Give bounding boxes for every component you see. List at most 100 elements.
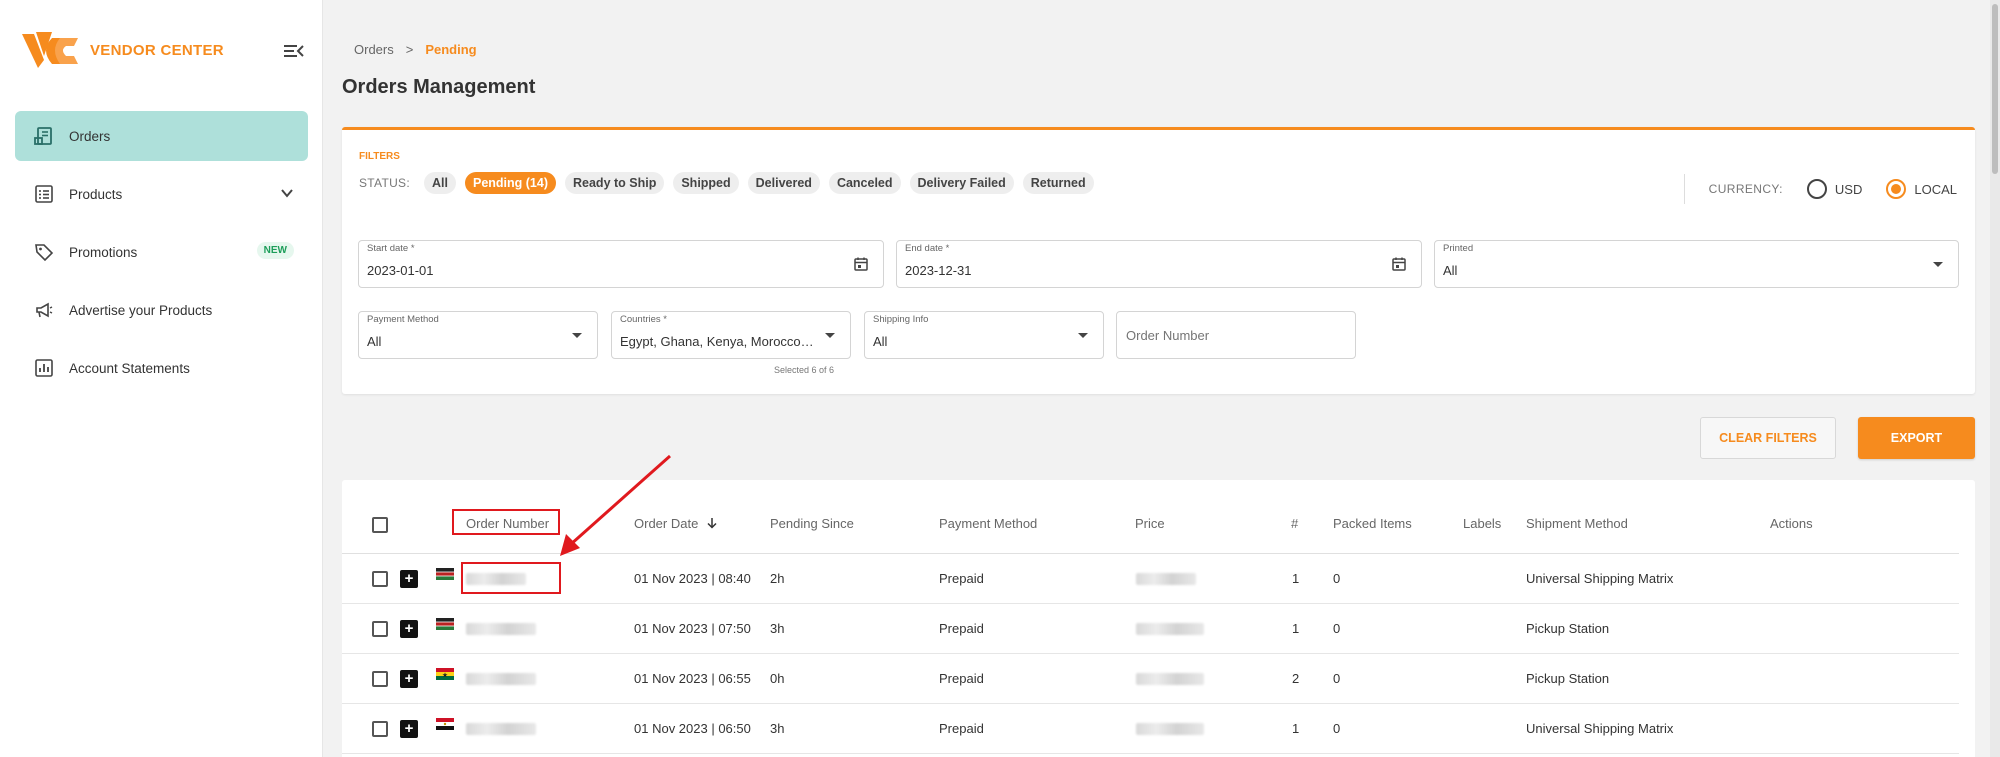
- currency-label: CURRENCY:: [1708, 182, 1783, 196]
- status-chip-returned[interactable]: Returned: [1022, 172, 1094, 194]
- pending-since: 0h: [770, 671, 785, 686]
- currency-selector: CURRENCY: USD LOCAL: [1683, 174, 1957, 204]
- brand-name: VENDOR CENTER: [90, 41, 224, 59]
- header-pending-since[interactable]: Pending Since: [770, 516, 854, 531]
- expand-row-button[interactable]: +: [400, 620, 418, 638]
- expand-row-button[interactable]: +: [400, 570, 418, 588]
- end-date-field[interactable]: End date * 2023-12-31: [896, 240, 1422, 288]
- ghana-flag-icon: [436, 668, 454, 680]
- status-chip-canceled[interactable]: Canceled: [828, 172, 901, 194]
- header-labels[interactable]: Labels: [1463, 516, 1501, 531]
- row-checkbox[interactable]: [372, 721, 388, 737]
- sidebar-item-promotions[interactable]: Promotions NEW: [15, 227, 308, 277]
- countries-value: Egypt, Ghana, Kenya, Morocco, ...: [620, 334, 816, 349]
- header-shipment-method[interactable]: Shipment Method: [1526, 516, 1628, 531]
- start-date-value: 2023-01-01: [367, 263, 434, 278]
- sidebar-item-label: Advertise your Products: [69, 302, 213, 318]
- order-date: 01 Nov 2023 | 06:55: [634, 671, 751, 686]
- expand-row-button[interactable]: +: [400, 670, 418, 688]
- countries-select[interactable]: Countries * Egypt, Ghana, Kenya, Morocco…: [611, 311, 851, 359]
- status-chip-ready-to-ship[interactable]: Ready to Ship: [565, 172, 665, 194]
- sidebar-item-advertise[interactable]: Advertise your Products: [15, 285, 308, 335]
- status-chip-pending[interactable]: Pending (14): [464, 172, 556, 194]
- row-checkbox[interactable]: [372, 571, 388, 587]
- calendar-icon[interactable]: [853, 256, 869, 272]
- list-icon: [33, 183, 55, 205]
- order-number-input[interactable]: [1126, 328, 1356, 343]
- order-number-redacted[interactable]: [466, 623, 536, 635]
- countries-label: Countries *: [620, 314, 667, 325]
- start-date-field[interactable]: Start date * 2023-01-01: [358, 240, 884, 288]
- filters-panel: FILTERS STATUS: All Pending (14) Ready t…: [342, 127, 1975, 394]
- quantity: 2: [1292, 671, 1300, 686]
- payment-method: Prepaid: [939, 671, 984, 686]
- currency-local-radio[interactable]: [1886, 179, 1907, 199]
- sidebar-item-label: Account Statements: [69, 360, 190, 376]
- header-price[interactable]: Price: [1135, 516, 1165, 531]
- table-row[interactable]: + 01 Nov 2023 | 08:40 2h Prepaid 1 0 Uni…: [342, 554, 1959, 604]
- breadcrumb-current: Pending: [425, 42, 477, 57]
- payment-method-label: Payment Method: [367, 314, 439, 325]
- clear-filters-button[interactable]: CLEAR FILTERS: [1700, 417, 1836, 459]
- vc-logo-icon: [22, 32, 78, 68]
- scrollbar-thumb[interactable]: [1992, 4, 1998, 174]
- expand-row-button[interactable]: +: [400, 720, 418, 738]
- order-number-redacted[interactable]: [466, 723, 536, 735]
- status-chip-shipped[interactable]: Shipped: [673, 172, 739, 194]
- packed-items: 0: [1333, 721, 1341, 736]
- menu-collapse-icon[interactable]: [283, 40, 305, 62]
- payment-method: Prepaid: [939, 621, 984, 636]
- table-row[interactable]: + 01 Nov 2023 | 06:55 0h Prepaid 2 0 Pic…: [342, 654, 1959, 704]
- chevron-down-icon[interactable]: [280, 186, 294, 200]
- currency-usd-radio[interactable]: [1806, 179, 1827, 199]
- order-number-redacted[interactable]: [466, 673, 536, 685]
- currency-usd-label[interactable]: USD: [1835, 182, 1862, 197]
- shipping-info-label: Shipping Info: [873, 314, 929, 325]
- caret-down-icon: [572, 333, 582, 338]
- packed-items: 0: [1333, 671, 1341, 686]
- new-badge: NEW: [256, 242, 294, 259]
- select-all-checkbox[interactable]: [372, 517, 388, 533]
- breadcrumb-separator: >: [405, 42, 414, 57]
- status-label: STATUS:: [359, 176, 410, 190]
- sidebar-nav: Orders Products Promotions NEW Advertise…: [15, 111, 308, 401]
- header-quantity[interactable]: #: [1291, 516, 1298, 531]
- shipping-info-select[interactable]: Shipping Info All: [864, 311, 1104, 359]
- header-order-date[interactable]: Order Date: [634, 516, 718, 531]
- sidebar-item-account-statements[interactable]: Account Statements: [15, 343, 308, 393]
- breadcrumb-parent[interactable]: Orders: [354, 42, 394, 57]
- sidebar: VENDOR CENTER Orders Products Promotions…: [0, 0, 323, 757]
- sidebar-item-products[interactable]: Products: [15, 169, 308, 219]
- table-row[interactable]: + 01 Nov 2023 | 06:50 3h Prepaid 1 0 Uni…: [342, 704, 1959, 754]
- status-chip-all[interactable]: All: [424, 172, 456, 194]
- page-scrollbar[interactable]: [1990, 0, 2000, 757]
- table-row[interactable]: + 01 Nov 2023 | 07:50 3h Prepaid 1 0 Pic…: [342, 604, 1959, 654]
- pending-since: 3h: [770, 721, 785, 736]
- page-title: Orders Management: [342, 76, 536, 98]
- header-payment-method[interactable]: Payment Method: [939, 516, 1037, 531]
- status-chip-delivered[interactable]: Delivered: [747, 172, 820, 194]
- quantity: 1: [1292, 571, 1300, 586]
- payment-method-select[interactable]: Payment Method All: [358, 311, 598, 359]
- countries-helper-text: Selected 6 of 6: [774, 365, 835, 375]
- currency-local-label[interactable]: LOCAL: [1914, 182, 1957, 197]
- shipping-info-value: All: [873, 334, 888, 349]
- header-highlight-box: [452, 509, 560, 535]
- table-header: Order Number Order Date Pending Since Pa…: [342, 480, 1959, 554]
- end-date-label: End date *: [905, 243, 950, 254]
- caret-down-icon: [1933, 262, 1943, 267]
- packed-items: 0: [1333, 571, 1341, 586]
- export-button[interactable]: EXPORT: [1858, 417, 1975, 459]
- header-packed-items[interactable]: Packed Items: [1333, 516, 1412, 531]
- sidebar-item-orders[interactable]: Orders: [15, 111, 308, 161]
- calendar-icon[interactable]: [1391, 256, 1407, 272]
- row-checkbox[interactable]: [372, 621, 388, 637]
- payment-method: Prepaid: [939, 721, 984, 736]
- status-chip-delivery-failed[interactable]: Delivery Failed: [909, 172, 1014, 194]
- printed-select[interactable]: Printed All: [1434, 240, 1959, 288]
- breadcrumb: Orders > Pending: [354, 42, 477, 57]
- chart-icon: [33, 357, 55, 379]
- vendor-center-logo[interactable]: VENDOR CENTER: [22, 30, 224, 70]
- order-number-field[interactable]: [1116, 311, 1356, 359]
- row-checkbox[interactable]: [372, 671, 388, 687]
